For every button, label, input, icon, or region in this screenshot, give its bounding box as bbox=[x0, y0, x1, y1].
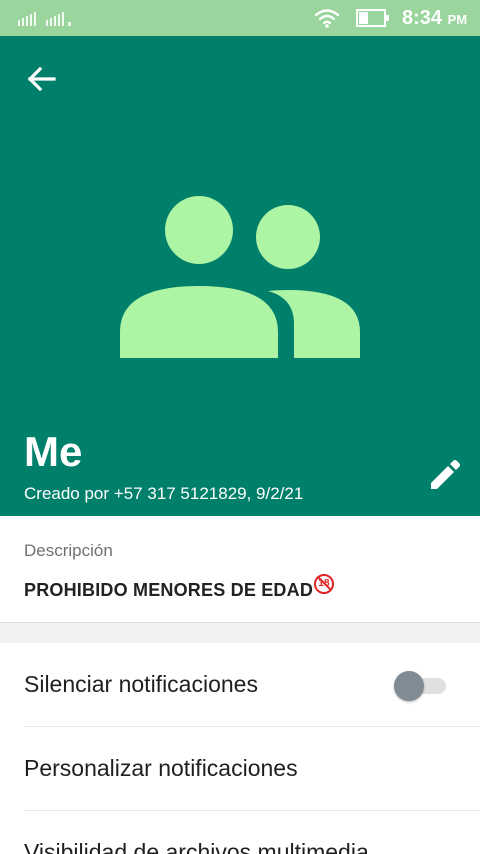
mute-notifications-toggle[interactable] bbox=[394, 671, 448, 701]
back-arrow-icon[interactable] bbox=[24, 62, 60, 96]
media-visibility-row[interactable]: Visibilidad de archivos multimedia bbox=[0, 811, 480, 854]
mute-notifications-label: Silenciar notificaciones bbox=[24, 671, 258, 697]
mute-notifications-row[interactable]: Silenciar notificaciones bbox=[0, 643, 480, 727]
status-clock: 8:34 PM bbox=[402, 7, 467, 30]
custom-notifications-label: Personalizar notificaciones bbox=[24, 755, 298, 781]
description-text: PROHIBIDO MENORES DE EDAD 18 bbox=[24, 574, 335, 601]
media-visibility-label: Visibilidad de archivos multimedia bbox=[24, 839, 369, 854]
group-created-info: Creado por +57 317 5121829, 9/2/21 bbox=[24, 484, 304, 503]
group-avatar-icon bbox=[120, 196, 360, 358]
description-label: Descripción bbox=[24, 541, 113, 560]
section-divider bbox=[0, 623, 480, 643]
group-name[interactable]: Me bbox=[24, 428, 82, 476]
group-header: Me Creado por +57 317 5121829, 9/2/21 bbox=[0, 36, 480, 516]
custom-notifications-row[interactable]: Personalizar notificaciones bbox=[0, 727, 480, 811]
description-value: PROHIBIDO MENORES DE EDAD bbox=[24, 580, 314, 600]
status-bar: 8:34 PM bbox=[0, 0, 480, 36]
status-ampm: PM bbox=[447, 12, 468, 27]
status-time: 8:34 bbox=[402, 7, 443, 29]
battery-icon bbox=[356, 9, 389, 27]
no-under-18-emoji-icon: 18 bbox=[314, 574, 335, 594]
wifi-icon bbox=[314, 9, 340, 28]
description-section[interactable]: Descripción PROHIBIDO MENORES DE EDAD 18 bbox=[0, 516, 480, 623]
signal-icon bbox=[18, 12, 71, 26]
edit-pencil-icon[interactable] bbox=[428, 458, 462, 492]
toggle-thumb bbox=[394, 671, 424, 701]
